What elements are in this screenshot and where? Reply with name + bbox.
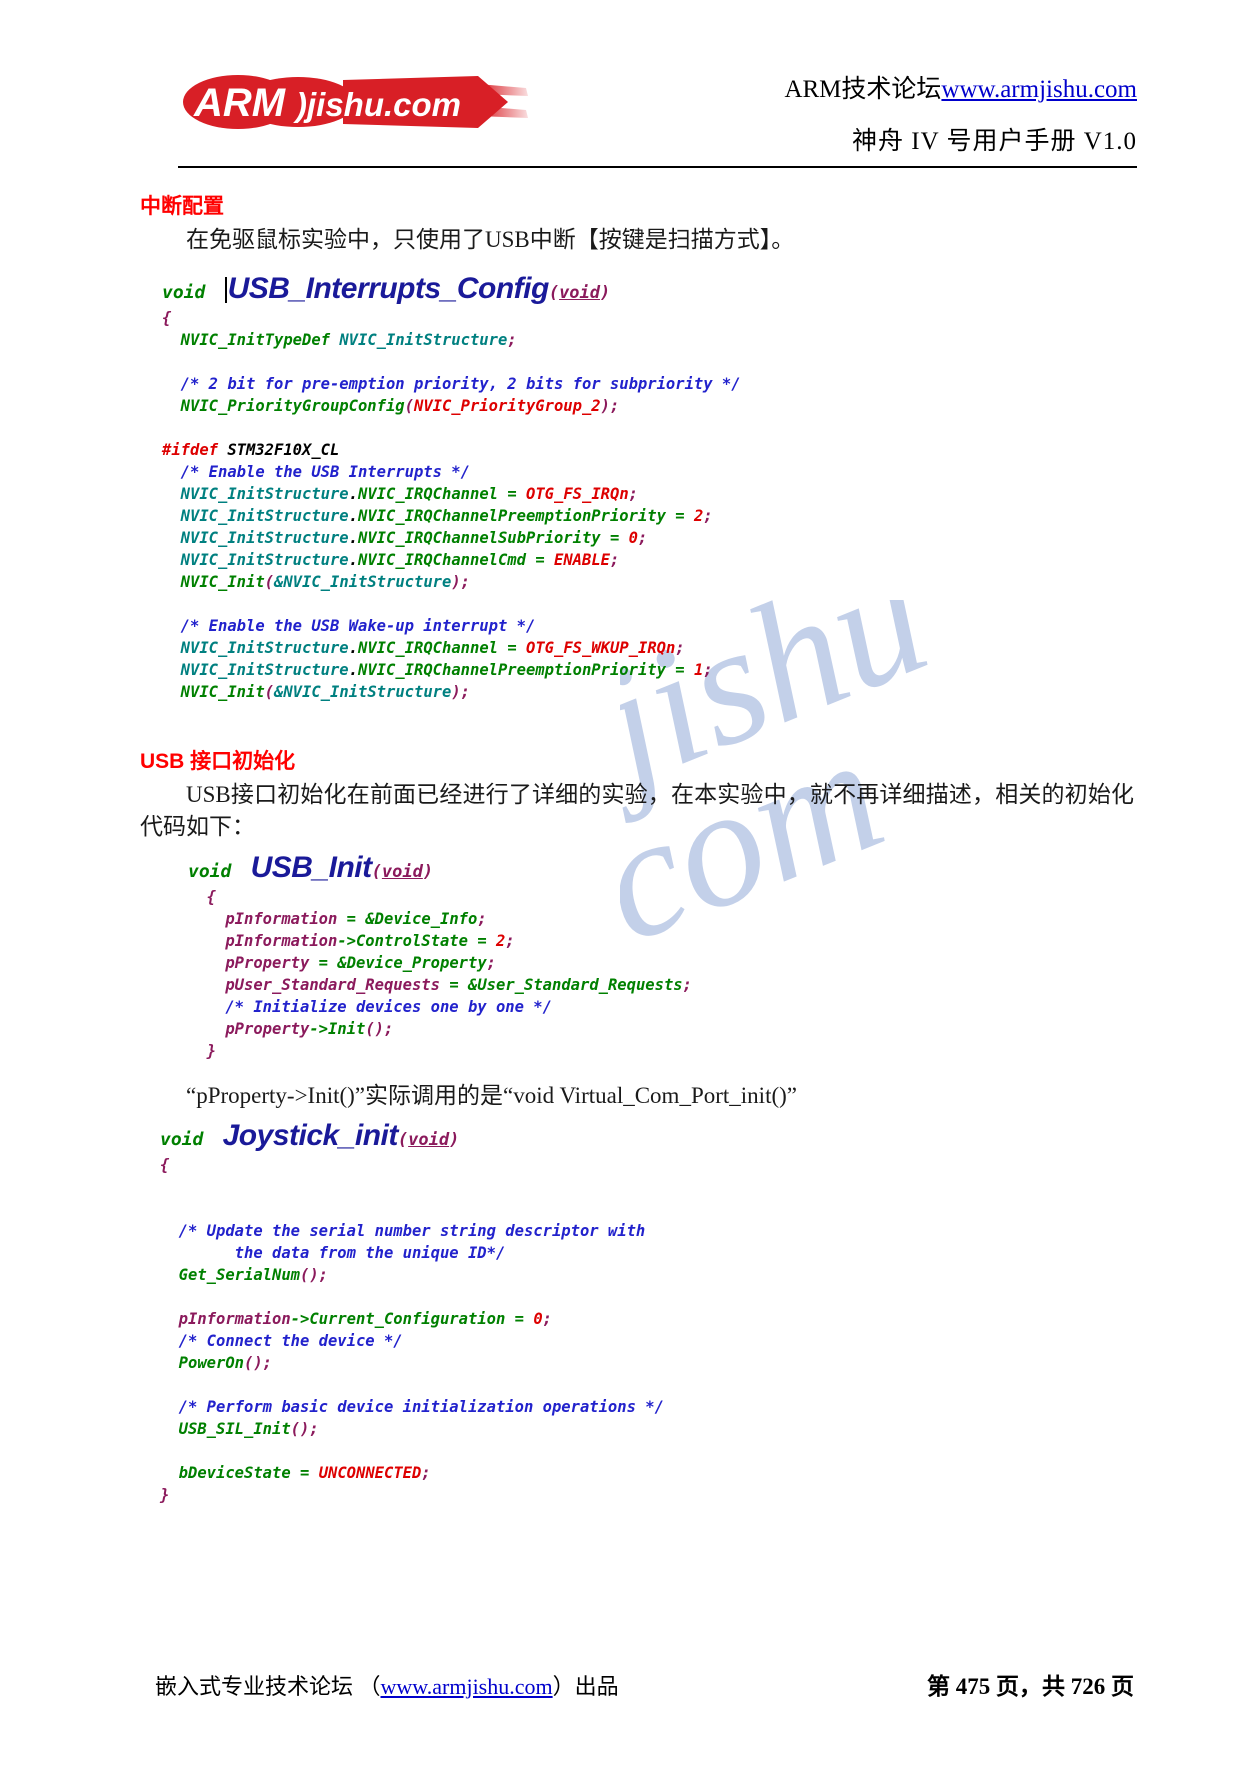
- text-caret: [224, 276, 227, 303]
- code-body-1: { NVIC_InitTypeDef NVIC_InitStructure; /…: [162, 308, 741, 701]
- header-divider: [178, 166, 1137, 168]
- header-titles: ARM技术论坛www.armjishu.com 神舟 IV 号用户手册 V1.0: [537, 74, 1137, 157]
- quote-explanation: “pProperty->Init()”实际调用的是“void Virtual_C…: [186, 1082, 797, 1108]
- signature-function-name-3: Joystick_init: [222, 1118, 399, 1152]
- document-page: jishu .com ARM )jishu.com ARM技术论坛www.arm…: [0, 0, 1249, 1767]
- footer-suffix: ）出品: [552, 1674, 619, 1699]
- section-heading-interrupt-config: 中断配置: [140, 195, 224, 218]
- section-paragraph-usb-init: USB接口初始化在前面已经进行了详细的实验，在本实验中，就不再详细描述，相关的初…: [140, 781, 1134, 840]
- code-block-usb-interrupts-config: void USB_Interrupts_Config(void) { NVIC_…: [162, 271, 1249, 703]
- header-subtitle: 神舟 IV 号用户手册 V1.0: [852, 128, 1137, 156]
- section-heading-usb-init: USB 接口初始化: [140, 749, 296, 773]
- svg-text:ARM: ARM: [193, 81, 287, 125]
- page-header: ARM )jishu.com ARM技术论坛www.armjishu.com 神…: [0, 52, 1249, 168]
- section-paragraph-interrupt-config: 在免驱鼠标实验中，只使用了USB中断【按键是扫描方式】。: [186, 227, 795, 252]
- code-block-usb-init: void USB_Init(void) { pInformation = &De…: [188, 850, 1249, 1062]
- signature-args-1: (void): [548, 282, 611, 303]
- footer-left-text: 嵌入式专业技术论坛 （www.armjishu.com）出品: [155, 1669, 619, 1701]
- code-signature-3: void Joystick_init(void): [160, 1118, 1249, 1154]
- page-content: 中断配置 在免驱鼠标实验中，只使用了USB中断【按键是扫描方式】。 void U…: [0, 190, 1249, 1506]
- signature-keyword-2: void: [188, 860, 232, 882]
- header-title-line: ARM技术论坛www.armjishu.com: [537, 74, 1137, 105]
- header-title-cn: ARM技术论坛: [784, 76, 942, 103]
- signature-function-name-2: USB_Init: [250, 850, 373, 884]
- signature-keyword-3: void: [160, 1128, 204, 1150]
- signature-args-2: (void): [371, 861, 434, 882]
- code-signature-2: void USB_Init(void): [188, 850, 1249, 886]
- code-block-joystick-init: void Joystick_init(void) { /* Update the…: [160, 1118, 1249, 1506]
- code-body-3: { /* Update the serial number string des…: [160, 1155, 664, 1504]
- code-signature-1: void USB_Interrupts_Config(void): [162, 271, 1249, 307]
- signature-keyword-1: void: [162, 281, 206, 303]
- armjishu-logo: ARM )jishu.com: [183, 75, 528, 129]
- footer-page-number: 第 475 页，共 726 页: [927, 1674, 1134, 1699]
- signature-args-3: (void): [397, 1129, 460, 1150]
- footer-url-link[interactable]: www.armjishu.com: [381, 1674, 553, 1699]
- svg-text:)jishu.com: )jishu.com: [293, 86, 461, 123]
- page-footer: 嵌入式专业技术论坛 （www.armjishu.com）出品 第 475 页，共…: [0, 1667, 1249, 1701]
- signature-function-name-1: USB_Interrupts_Config: [227, 271, 550, 305]
- footer-prefix: 嵌入式专业技术论坛 （: [155, 1674, 381, 1699]
- header-url-link[interactable]: www.armjishu.com: [941, 76, 1137, 103]
- code-body-2: { pInformation = &Device_Info; pInformat…: [188, 887, 692, 1060]
